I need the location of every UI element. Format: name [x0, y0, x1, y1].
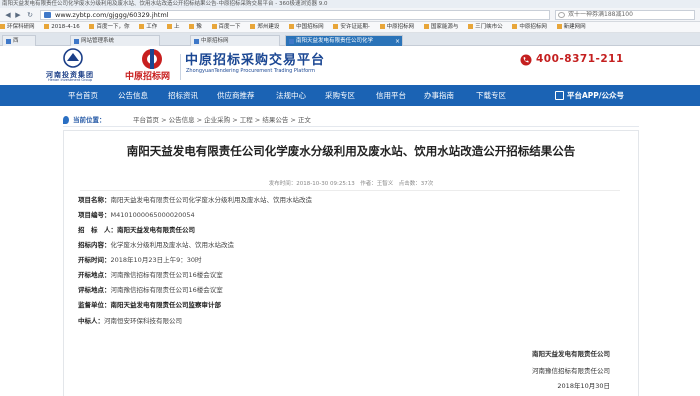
field-supervisor: 监督单位：南阳天益发电有限责任公司监察审计部	[78, 301, 221, 309]
browser-tab-active[interactable]: 南阳天益发电有限责任公司化学 ×	[285, 35, 403, 46]
address-bar: ◀ ▶ ↻ www.zybtp.com/gjggg/60329.jhtml 双十…	[0, 8, 700, 22]
field-eval-location: 评标地点：河南豫信招标有限责任公司16楼会议室	[78, 286, 223, 294]
field-open-location: 开标地点：河南豫信招标有限责任公司16楼会议室	[78, 271, 223, 279]
folder-icon	[44, 23, 50, 29]
announcement-meta: 发布时间：2018-10-30 09:25:13 作者：王智义 点击数：37次	[268, 181, 434, 187]
search-icon	[558, 12, 565, 18]
site-logo-icon	[142, 49, 162, 69]
nav-item-announcements[interactable]: 公告信息	[118, 85, 148, 106]
folder-icon	[512, 23, 518, 29]
site-favicon-icon	[44, 12, 51, 18]
nav-item-regulations[interactable]: 法规中心	[276, 85, 306, 106]
field-tenderer: 招 标 人：南阳天益发电有限责任公司	[78, 226, 195, 234]
breadcrumb-path[interactable]: 平台首页 > 公告信息 > 企业采购 > 工程 > 结果公告 > 正文	[133, 113, 311, 127]
nav-item-procurement[interactable]: 采购专区	[325, 85, 355, 106]
field-winner: 中标人：河南恒安环保科技有限公司	[78, 317, 182, 325]
favorite-item[interactable]: 三门峡市公	[468, 22, 503, 32]
tab-favicon-icon	[289, 39, 294, 44]
folder-icon	[211, 23, 217, 29]
favorite-item[interactable]: 中原招标网	[512, 22, 547, 32]
browser-tab[interactable]: 中原招标网	[190, 35, 280, 46]
favorite-item[interactable]: 工作	[139, 22, 157, 32]
folder-icon	[167, 23, 173, 29]
folder-icon	[250, 23, 256, 29]
signature-tenderer: 南阳天益发电有限责任公司	[532, 350, 610, 358]
favorite-item[interactable]: 豫	[189, 22, 202, 32]
tab-bar: 西 网站管理系统 中原招标网 南阳天益发电有限责任公司化学 ×	[0, 33, 700, 46]
header-divider	[180, 54, 181, 80]
folder-icon	[556, 23, 562, 29]
location-pin-icon	[63, 116, 69, 124]
favorite-item[interactable]: 百度一下	[211, 22, 241, 32]
folder-icon	[333, 23, 339, 29]
field-project-name: 项目名称：南阳天益发电有限责任公司化学废水分级利用及废水站、饮用水站改造	[78, 196, 312, 204]
tab-favicon-icon	[74, 39, 79, 44]
favorite-item[interactable]: 上	[167, 22, 180, 32]
folder-icon	[289, 23, 295, 29]
group-logo-icon	[63, 48, 83, 68]
search-input[interactable]: 双十一神券满188减100	[555, 10, 695, 20]
search-placeholder: 双十一神券满188减100	[568, 11, 633, 18]
url-text: www.zybtp.com/gjggg/60329.jhtml	[55, 11, 169, 19]
group-name-en: Henan Investment Group	[48, 78, 93, 82]
folder-icon	[89, 23, 95, 29]
folder-icon	[139, 23, 145, 29]
site-name: 中原招标网	[125, 72, 171, 82]
platform-title: 中原招标采购交易平台	[185, 53, 326, 68]
platform-title-en: ZhongyuanTendering Procurement Trading P…	[186, 68, 315, 74]
favorite-item[interactable]: 2018-4-16	[44, 22, 80, 32]
signature-agency: 河南豫信招标有限责任公司	[532, 367, 610, 375]
hotline-number: 400-8371-211	[536, 53, 624, 65]
nav-item-suppliers[interactable]: 供应商推荐	[217, 85, 255, 106]
favorite-item[interactable]: 环保科研网	[0, 22, 35, 32]
main-nav: 平台首页 公告信息 招标资讯 供应商推荐 法规中心 采购专区 信用平台 办事指南…	[0, 85, 700, 106]
field-open-time: 开标时间：2018年10月23日上午9：30时	[78, 256, 202, 264]
favorite-item[interactable]: 郑州建设	[250, 22, 279, 32]
app-link[interactable]: 平台APP/公众号	[555, 85, 624, 106]
favorite-item[interactable]: 国家能源与	[423, 22, 458, 32]
field-project-number: 项目编号：M4101000065000020054	[78, 211, 195, 219]
breadcrumb: 当前位置： 平台首页 > 公告信息 > 企业采购 > 工程 > 结果公告 > 正…	[63, 113, 639, 127]
close-icon[interactable]: ×	[395, 36, 400, 46]
nav-item-guide[interactable]: 办事指南	[424, 85, 454, 106]
favorite-item[interactable]: 安许证延期-	[333, 22, 370, 32]
tab-favicon-icon	[194, 39, 199, 44]
nav-item-news[interactable]: 招标资讯	[168, 85, 198, 106]
folder-icon	[468, 23, 474, 29]
site-header: 河南投资集团 Henan Investment Group 中原招标网 中原招标…	[0, 46, 700, 85]
back-icon[interactable]: ◀	[4, 11, 12, 19]
announcement-panel: 南阳天益发电有限责任公司化学废水分级利用及废水站、饮用水站改造公开招标结果公告 …	[63, 130, 639, 396]
folder-icon	[189, 23, 195, 29]
nav-item-credit[interactable]: 信用平台	[376, 85, 406, 106]
forward-icon[interactable]: ▶	[14, 11, 22, 19]
divider	[80, 190, 620, 191]
url-field[interactable]: www.zybtp.com/gjggg/60329.jhtml	[40, 10, 550, 20]
folder-icon	[0, 23, 5, 29]
favorite-item[interactable]: 中国招标网	[289, 22, 324, 32]
breadcrumb-label: 当前位置：	[63, 113, 106, 127]
nav-item-downloads[interactable]: 下载专区	[476, 85, 506, 106]
browser-tab[interactable]: 网站管理系统	[70, 35, 160, 46]
nav-item-home[interactable]: 平台首页	[68, 85, 98, 106]
folder-icon	[379, 23, 385, 29]
field-content: 招标内容：化学废水分级利用及废水站、饮用水站改造	[78, 241, 234, 249]
favorite-item[interactable]: 中原招标网	[379, 22, 414, 32]
favorite-item[interactable]: 百度一下，你	[89, 22, 130, 32]
favorite-item[interactable]: 新建网网	[556, 22, 586, 32]
mobile-icon	[555, 91, 564, 100]
announcement-title: 南阳天益发电有限责任公司化学废水分级利用及废水站、饮用水站改造公开招标结果公告	[126, 144, 576, 158]
folder-icon	[423, 23, 429, 29]
favorites-bar: 环保科研网 2018-4-16 百度一下，你 工作 上 豫 百度一下 郑州建设 …	[0, 22, 700, 33]
window-title: 南阳天益发电有限责任公司化学废水分级利用及废水站、饮用水站改造公开招标结果公告-…	[0, 0, 700, 8]
tab-favicon-icon	[6, 39, 11, 44]
phone-icon	[520, 54, 532, 66]
signature-date: 2018年10月30日	[557, 382, 610, 390]
refresh-icon[interactable]: ↻	[26, 11, 34, 19]
browser-tab[interactable]: 西	[2, 35, 36, 46]
